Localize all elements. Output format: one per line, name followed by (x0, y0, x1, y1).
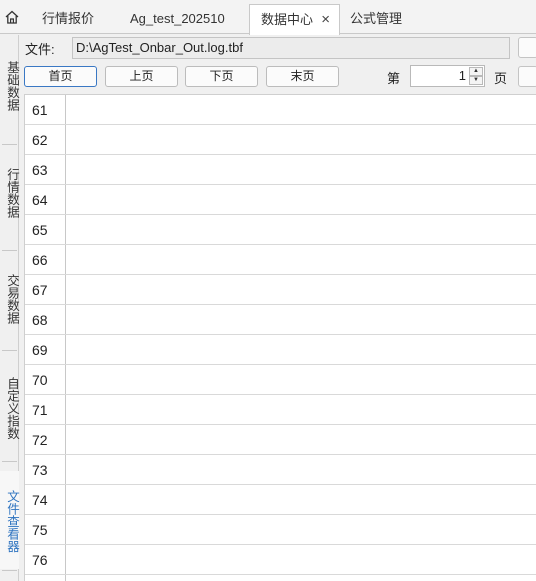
close-icon[interactable]: × (321, 5, 330, 34)
home-icon (5, 10, 19, 24)
sidebar-item-file-viewer[interactable]: 文件查看器 (0, 471, 19, 569)
table-row[interactable]: 69 (25, 335, 536, 365)
sidebar-item-market-data[interactable]: 行情数据 (0, 159, 19, 227)
table-row[interactable]: 65 (25, 215, 536, 245)
tab-data-center[interactable]: 数据中心 × (249, 4, 340, 35)
table-row[interactable]: 72 (25, 425, 536, 455)
tab-formula-manager[interactable]: 公式管理 (350, 4, 402, 33)
tab-label: 公式管理 (350, 11, 403, 26)
browse-button[interactable] (518, 37, 536, 58)
row-number: 64 (32, 192, 48, 208)
page-number-value: 1 (458, 68, 466, 83)
row-number: 73 (32, 462, 48, 478)
chevron-up-icon[interactable]: ▲ (469, 67, 483, 76)
sidebar-item-custom-index[interactable]: 自定义指数 (0, 366, 19, 450)
row-number: 68 (32, 312, 48, 328)
divider (2, 461, 17, 462)
tab-quotes[interactable]: 行情报价 (42, 4, 94, 33)
table-row[interactable]: 66 (25, 245, 536, 275)
first-page-button[interactable]: 首页 (24, 66, 97, 87)
row-number: 61 (32, 102, 48, 118)
table-row[interactable]: 74 (25, 485, 536, 515)
divider (2, 570, 17, 571)
tab-label: Ag_test_202510 (130, 11, 225, 26)
table-row[interactable]: 61 (25, 95, 536, 125)
divider (2, 144, 17, 145)
row-number: 63 (32, 162, 48, 178)
table-row[interactable]: 71 (25, 395, 536, 425)
next-page-button[interactable]: 下页 (185, 66, 258, 87)
sidebar-item-label: 自定义指数 (5, 376, 19, 440)
row-number: 74 (32, 492, 48, 508)
table-row[interactable]: 64 (25, 185, 536, 215)
chevron-down-icon[interactable]: ▼ (469, 76, 483, 85)
row-number: 76 (32, 552, 48, 568)
sidebar-item-label: 基础数据 (5, 61, 19, 111)
row-number: 75 (32, 522, 48, 538)
sidebar-item-basic-data[interactable]: 基础数据 (0, 52, 19, 120)
page-suffix-label: 页 (494, 71, 508, 86)
table-row[interactable]: 62 (25, 125, 536, 155)
row-number: 69 (32, 342, 48, 358)
sidebar-item-label: 文件查看器 (5, 489, 19, 553)
file-label: 文件: (25, 42, 55, 57)
tab-label: 行情报价 (42, 11, 95, 26)
file-path-field[interactable]: D:\AgTest_Onbar_Out.log.tbf (72, 37, 510, 59)
table-row[interactable]: 75 (25, 515, 536, 545)
tab-ag-test[interactable]: Ag_test_202510 (130, 4, 225, 33)
table-row[interactable]: 68 (25, 305, 536, 335)
row-number: 62 (32, 132, 48, 148)
page-prefix-label: 第 (387, 71, 401, 86)
divider (2, 250, 17, 251)
row-number: 67 (32, 282, 48, 298)
row-number: 72 (32, 432, 48, 448)
row-number: 70 (32, 372, 48, 388)
row-number: 71 (32, 402, 48, 418)
tab-label: 数据中心 (261, 12, 314, 27)
sidebar-item-trade-data[interactable]: 交易数据 (0, 265, 19, 333)
table-row[interactable]: 67 (25, 275, 536, 305)
table-row[interactable]: 70 (25, 365, 536, 395)
row-number: 66 (32, 252, 48, 268)
data-grid[interactable]: 61 62 63 64 65 66 67 68 69 70 71 72 73 7… (24, 94, 536, 581)
row-number: 65 (32, 222, 48, 238)
sidebar-item-label: 行情数据 (5, 168, 19, 218)
last-page-button[interactable]: 末页 (266, 66, 339, 87)
home-button[interactable] (0, 4, 24, 30)
tab-bar: 行情报价 Ag_test_202510 数据中心 × 公式管理 (0, 0, 536, 35)
divider (2, 350, 17, 351)
table-row[interactable]: 76 (25, 545, 536, 575)
go-button[interactable] (518, 66, 536, 87)
sidebar-item-label: 交易数据 (5, 274, 19, 324)
page-number-input[interactable]: 1 ▲ ▼ (410, 65, 485, 87)
table-row[interactable]: 73 (25, 455, 536, 485)
table-row[interactable]: 63 (25, 155, 536, 185)
prev-page-button[interactable]: 上页 (105, 66, 178, 87)
